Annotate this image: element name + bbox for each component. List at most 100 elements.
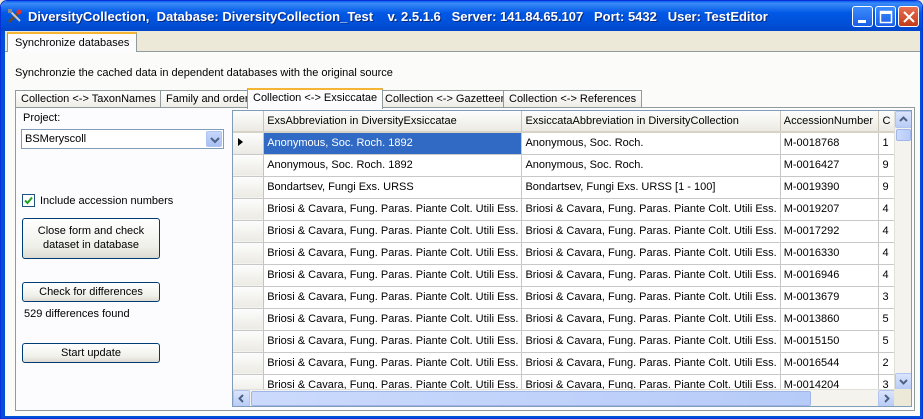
tools-icon <box>8 9 22 23</box>
scroll-up-button[interactable] <box>895 111 911 128</box>
scroll-right-button[interactable] <box>878 390 895 406</box>
cell-exs-abbreviation[interactable]: Bondartsev, Fungi Exs. URSS <box>263 176 523 199</box>
grid-header-row: ExsAbbreviation in DiversityExsiccatae E… <box>233 111 911 133</box>
cell-accession-number[interactable]: M-0016544 <box>780 352 880 375</box>
table-row[interactable]: Briosi & Cavara, Fung. Paras. Piante Col… <box>233 242 911 265</box>
project-select[interactable]: BSMeryscoll <box>21 129 224 149</box>
tab-references[interactable]: Collection <-> References <box>503 90 643 108</box>
checkmark-icon <box>24 196 33 205</box>
scroll-down-button[interactable] <box>895 373 911 390</box>
row-header[interactable] <box>233 264 265 287</box>
chevron-left-icon <box>238 394 244 403</box>
cell-accession-number[interactable]: M-0016427 <box>780 154 880 177</box>
cell-accession-number[interactable]: M-0016946 <box>780 264 880 287</box>
row-header[interactable] <box>233 308 265 331</box>
cell-exsiccata-abbreviation[interactable]: Briosi & Cavara, Fung. Paras. Piante Col… <box>521 330 781 353</box>
cell-exsiccata-abbreviation[interactable]: Briosi & Cavara, Fung. Paras. Piante Col… <box>521 352 781 375</box>
chevron-right-icon <box>884 394 890 403</box>
maximize-icon <box>879 10 893 24</box>
synchronize-tab-panel: Synchronzie the cached data in dependent… <box>5 51 920 416</box>
cell-exsiccata-abbreviation[interactable]: Anonymous, Soc. Roch. <box>521 132 781 155</box>
cell-accession-number[interactable]: M-0013679 <box>780 286 880 309</box>
main-window: DiversityCollection, Database: Diversity… <box>0 0 923 419</box>
table-row[interactable]: Briosi & Cavara, Fung. Paras. Piante Col… <box>233 198 911 221</box>
row-header[interactable] <box>233 352 265 375</box>
cell-exs-abbreviation[interactable]: Briosi & Cavara, Fung. Paras. Piante Col… <box>263 220 523 243</box>
row-header[interactable] <box>233 176 265 199</box>
differences-count-text: 529 differences found <box>24 308 130 320</box>
table-row[interactable]: Briosi & Cavara, Fung. Paras. Piante Col… <box>233 264 911 287</box>
tab-exsiccatae[interactable]: Collection <-> Exsiccatae <box>247 88 384 109</box>
cell-accession-number[interactable]: M-0016330 <box>780 242 880 265</box>
close-form-check-button[interactable]: Close form and check dataset in database <box>22 218 160 259</box>
row-header[interactable] <box>233 132 265 155</box>
cell-exsiccata-abbreviation[interactable]: Anonymous, Soc. Roch. <box>521 154 781 177</box>
cell-exs-abbreviation[interactable]: Briosi & Cavara, Fung. Paras. Piante Col… <box>263 352 523 375</box>
cell-exsiccata-abbreviation[interactable]: Briosi & Cavara, Fung. Paras. Piante Col… <box>521 286 781 309</box>
tab-family-order[interactable]: Family and order <box>160 90 255 108</box>
row-header[interactable] <box>233 154 265 177</box>
column-header-exs-abbreviation[interactable]: ExsAbbreviation in DiversityExsiccatae <box>263 111 523 133</box>
close-button[interactable] <box>898 6 919 27</box>
cell-accession-number[interactable]: M-0015150 <box>780 330 880 353</box>
project-select-dropdown-button[interactable] <box>206 131 222 147</box>
tab-synchronize-databases[interactable]: Synchronize databases <box>7 32 138 52</box>
scroll-left-button[interactable] <box>233 390 250 406</box>
cell-accession-number[interactable]: M-0017292 <box>780 220 880 243</box>
cell-exs-abbreviation[interactable]: Anonymous, Soc. Roch. 1892 <box>263 132 523 155</box>
horizontal-scrollbar[interactable] <box>233 389 895 406</box>
table-row[interactable]: Briosi & Cavara, Fung. Paras. Piante Col… <box>233 352 911 375</box>
start-update-button[interactable]: Start update <box>22 343 160 363</box>
cell-exs-abbreviation[interactable]: Briosi & Cavara, Fung. Paras. Piante Col… <box>263 308 523 331</box>
table-row[interactable]: Briosi & Cavara, Fung. Paras. Piante Col… <box>233 220 911 243</box>
cell-exsiccata-abbreviation[interactable]: Bondartsev, Fungi Exs. URSS [1 - 100] <box>521 176 781 199</box>
column-header-exsiccata-abbreviation[interactable]: ExsiccataAbbreviation in DiversityCollec… <box>521 111 781 133</box>
chevron-down-icon <box>899 379 908 385</box>
tab-gazetteer[interactable]: Collection <-> Gazetteer <box>379 90 511 108</box>
row-header[interactable] <box>233 220 265 243</box>
row-header[interactable] <box>233 286 265 309</box>
cell-accession-number[interactable]: M-0019390 <box>780 176 880 199</box>
close-icon <box>903 11 915 23</box>
table-row[interactable]: Briosi & Cavara, Fung. Paras. Piante Col… <box>233 286 911 309</box>
row-header[interactable] <box>233 242 265 265</box>
cell-exs-abbreviation[interactable]: Briosi & Cavara, Fung. Paras. Piante Col… <box>263 198 523 221</box>
current-row-arrow-icon <box>238 137 243 146</box>
cell-exs-abbreviation[interactable]: Briosi & Cavara, Fung. Paras. Piante Col… <box>263 242 523 265</box>
cell-exs-abbreviation[interactable]: Briosi & Cavara, Fung. Paras. Piante Col… <box>263 286 523 309</box>
tab-taxon-names[interactable]: Collection <-> TaxonNames <box>15 90 162 108</box>
table-row[interactable]: Anonymous, Soc. Roch. 1892 Anonymous, Soc… <box>233 154 911 177</box>
project-select-value: BSMeryscoll <box>25 133 87 145</box>
cell-accession-number[interactable]: M-0019207 <box>780 198 880 221</box>
maximize-button[interactable] <box>875 6 896 27</box>
cell-exs-abbreviation[interactable]: Anonymous, Soc. Roch. 1892 <box>263 154 523 177</box>
grid-table: ExsAbbreviation in DiversityExsiccatae E… <box>233 111 911 397</box>
cell-exsiccata-abbreviation[interactable]: Briosi & Cavara, Fung. Paras. Piante Col… <box>521 220 781 243</box>
cell-exsiccata-abbreviation[interactable]: Briosi & Cavara, Fung. Paras. Piante Col… <box>521 198 781 221</box>
cell-accession-number[interactable]: M-0013860 <box>780 308 880 331</box>
table-row[interactable]: Bondartsev, Fungi Exs. URSS Bondartsev, F… <box>233 176 911 199</box>
horizontal-scroll-thumb[interactable] <box>251 391 811 406</box>
table-row[interactable]: Briosi & Cavara, Fung. Paras. Piante Col… <box>233 308 911 331</box>
cell-accession-number[interactable]: M-0018768 <box>780 132 880 155</box>
cell-exs-abbreviation[interactable]: Briosi & Cavara, Fung. Paras. Piante Col… <box>263 330 523 353</box>
project-label: Project: <box>23 112 61 124</box>
include-accession-checkbox[interactable] <box>22 194 35 207</box>
table-row[interactable]: Briosi & Cavara, Fung. Paras. Piante Col… <box>233 330 911 353</box>
scrollbar-corner <box>894 389 911 406</box>
cell-exs-abbreviation[interactable]: Briosi & Cavara, Fung. Paras. Piante Col… <box>263 264 523 287</box>
table-row[interactable]: Anonymous, Soc. Roch. 1892 Anonymous, Soc… <box>233 132 911 155</box>
description-text: Synchronzie the cached data in dependent… <box>15 67 393 79</box>
exsiccatae-grid[interactable]: ExsAbbreviation in DiversityExsiccatae E… <box>232 110 912 407</box>
column-header-accession-number[interactable]: AccessionNumber <box>780 111 880 133</box>
row-header[interactable] <box>233 198 265 221</box>
title-bar[interactable]: DiversityCollection, Database: Diversity… <box>1 1 922 31</box>
vertical-scroll-thumb[interactable] <box>896 129 911 141</box>
check-differences-button[interactable]: Check for differences <box>22 282 160 302</box>
vertical-scrollbar[interactable] <box>894 111 911 390</box>
minimize-button[interactable] <box>852 6 873 27</box>
cell-exsiccata-abbreviation[interactable]: Briosi & Cavara, Fung. Paras. Piante Col… <box>521 264 781 287</box>
cell-exsiccata-abbreviation[interactable]: Briosi & Cavara, Fung. Paras. Piante Col… <box>521 242 781 265</box>
row-header[interactable] <box>233 330 265 353</box>
cell-exsiccata-abbreviation[interactable]: Briosi & Cavara, Fung. Paras. Piante Col… <box>521 308 781 331</box>
